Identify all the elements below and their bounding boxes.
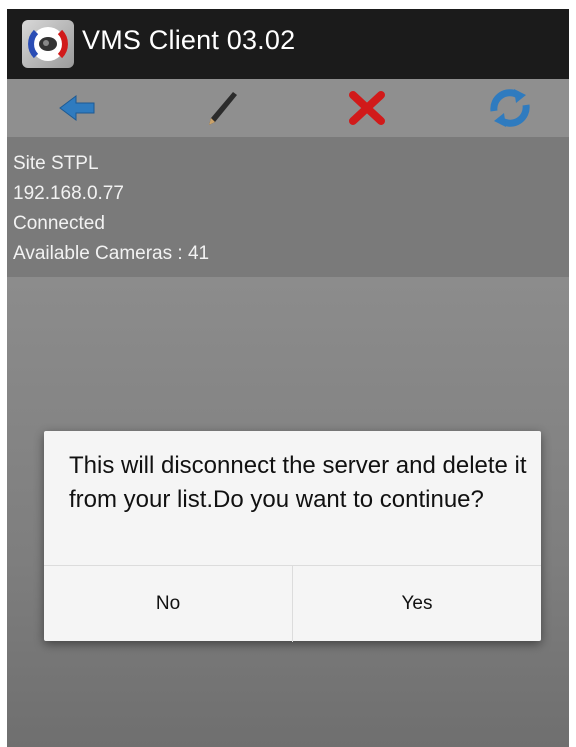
app-logo-icon: [22, 20, 74, 68]
no-button[interactable]: No: [44, 566, 292, 642]
site-info-panel[interactable]: Site STPL 192.168.0.77 Connected Availab…: [7, 137, 569, 277]
site-name: Site STPL: [13, 153, 99, 174]
connection-status: Connected: [13, 213, 105, 234]
confirm-dialog: This will disconnect the server and dele…: [44, 431, 541, 642]
dialog-message: This will disconnect the server and dele…: [69, 452, 527, 513]
edit-button[interactable]: [195, 85, 251, 131]
refresh-button[interactable]: [482, 85, 538, 131]
site-ip: 192.168.0.77: [13, 183, 124, 204]
dialog-button-bar: No Yes: [44, 565, 541, 642]
screen: VMS Client 03.02 Site STPL 192.168.0.77 …: [7, 9, 569, 747]
toolbar: [7, 79, 569, 137]
available-cameras: Available Cameras : 41: [13, 243, 210, 264]
title-bar: VMS Client 03.02: [7, 9, 569, 79]
back-arrow-icon: [59, 95, 95, 121]
back-button[interactable]: [50, 85, 106, 131]
pencil-icon: [209, 92, 237, 125]
app-title: VMS Client 03.02: [82, 25, 296, 55]
refresh-icon: [490, 89, 530, 127]
yes-button[interactable]: Yes: [293, 566, 541, 642]
delete-button[interactable]: [339, 85, 395, 131]
close-x-icon: [349, 91, 385, 125]
